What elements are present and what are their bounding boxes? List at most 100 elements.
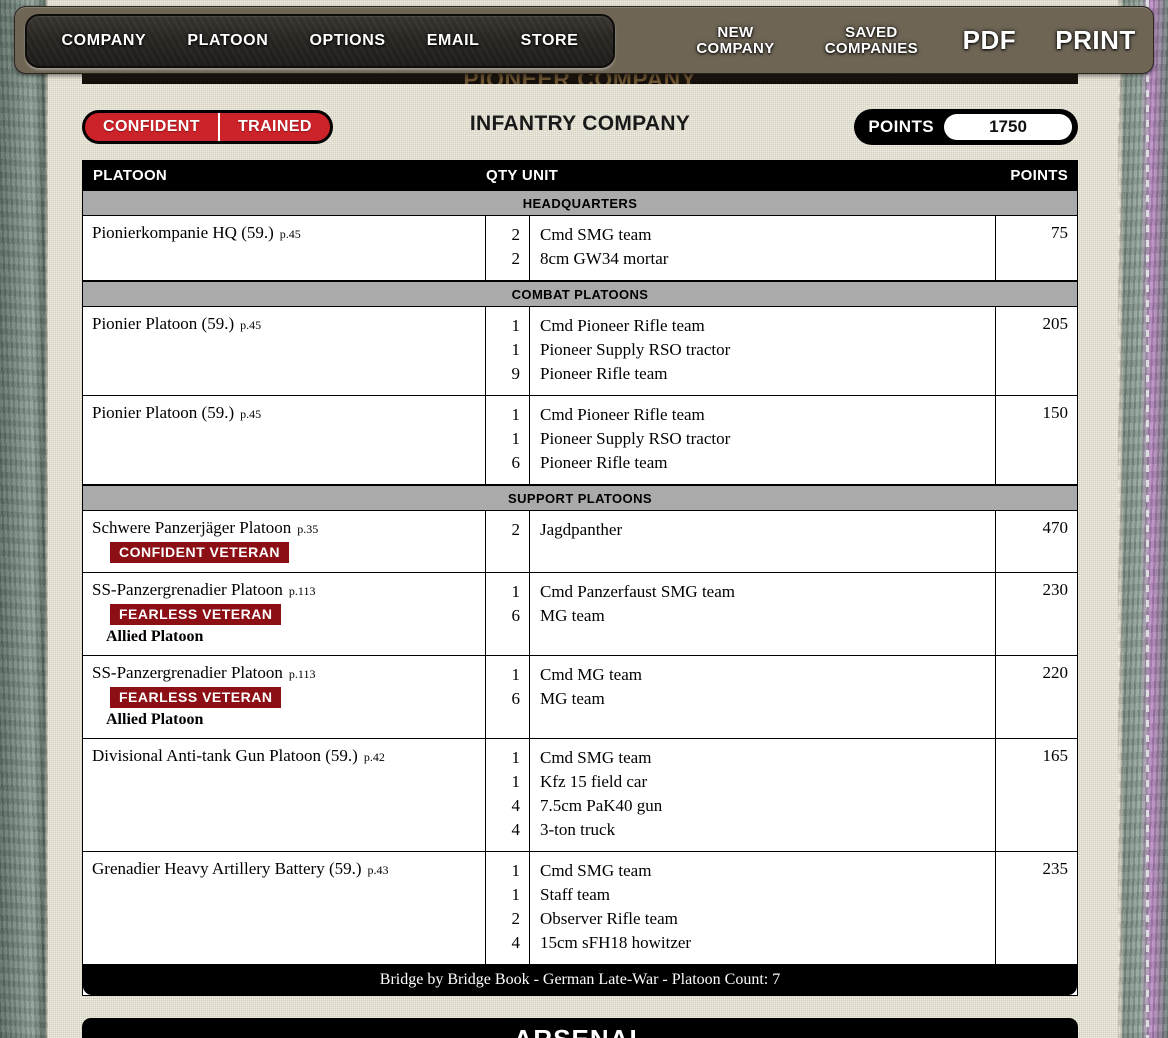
units-cell: 1 1 9 Cmd Pioneer Rifle team Pioneer Supply … [486,307,995,395]
platoon-row[interactable]: Divisional Anti-tank Gun Platoon (59.) p.… [83,739,1077,852]
arsenal-panel[interactable]: ARSENAL [82,1018,1078,1038]
allied-platoon-note: Allied Platoon [106,628,204,645]
platoon-rating-badge[interactable]: FEARLESS VETERAN [110,687,282,708]
platoon-rating-badge[interactable]: FEARLESS VETERAN [110,604,282,625]
units-cell: 1 1 6 Cmd Pioneer Rifle team Pioneer Supply … [486,396,995,484]
page-reference: p.35 [297,522,319,536]
qty-column: 1 1 9 [486,307,530,395]
platoon-name-cell[interactable]: Grenadier Heavy Artillery Battery (59.) p… [83,852,486,964]
unit-name: 7.5cm PaK40 gun [540,796,663,815]
points-box: POINTS 1750 [854,109,1078,145]
platoon-rating-badge[interactable]: CONFIDENT VETERAN [110,542,289,563]
main-menu-panel: COMPANY PLATOON OPTIONS EMAIL STORE [25,14,615,68]
platoon-row[interactable]: Pionierkompanie HQ (59.) p.45 2 2 Cmd SMG te… [83,216,1077,281]
platoon-name-cell[interactable]: Pionier Platoon (59.) p.45 [83,396,486,484]
qty-column: 16 [486,656,530,738]
section-header: SUPPORT PLATOONS [83,485,1077,511]
qty-column: 2 [486,511,530,572]
unit-name: Pioneer Rifle team [540,453,668,472]
unit-qty: 1 [511,885,521,904]
qty-column: 1 1 2 4 [486,852,530,964]
points-value[interactable]: 1750 [944,114,1072,140]
unit-qty: 2 [511,520,521,539]
column-header-qty-unit: QTY UNIT [486,167,559,184]
unit-qty: 1 [511,861,521,880]
units-cell: 1 6 Cmd Panzerfaust SMG team MG team [486,573,995,655]
saved-companies-button[interactable]: SAVED COMPANIES [802,25,941,56]
unit-name: Cmd SMG team [540,748,652,767]
section-header: COMBAT PLATOONS [83,281,1077,307]
unit-name: Jagdpanther [540,520,623,539]
unit-name: Cmd Pioneer Rifle team [540,405,705,424]
unit-name: Observer Rifle team [540,909,678,928]
menu-item-email[interactable]: EMAIL [425,28,482,54]
unit-qty: 6 [511,606,521,625]
unit-qty: 1 [511,429,521,448]
unit-column: Cmd Panzerfaust SMG team MG team [530,573,995,655]
menu-item-company[interactable]: COMPANY [60,28,149,54]
section-header: HEADQUARTERS [83,190,1077,216]
unit-column: Cmd Pioneer Rifle team Pioneer Supply RSO… [530,396,995,484]
menu-item-options[interactable]: OPTIONS [307,28,387,54]
platoon-name: Pionier Platoon (59.) p.45 [92,403,262,422]
platoon-row[interactable]: Schwere Panzerjäger Platoon p.35 CONFIDENT… [83,511,1077,573]
platoon-name-cell[interactable]: SS-Panzergrenadier Platoon p.113 FEARLESS … [83,656,486,738]
platoon-name-cell[interactable]: Schwere Panzerjäger Platoon p.35 CONFIDENT… [83,511,486,572]
unit-qty: 6 [511,689,521,708]
qty-column: 22 [486,216,530,280]
unit-name: Kfz 15 field car [540,772,648,791]
units-cell: 1 1 4 4 Cmd SMG team Kfz 15 field car 7.5cm Pa… [486,739,995,851]
fabric-texture-right [1118,0,1168,1038]
unit-qty: 4 [511,796,521,815]
unit-qty: 1 [511,316,521,335]
platoon-name: Pionierkompanie HQ (59.) p.45 [92,223,301,242]
unit-name: Cmd Pioneer Rifle team [540,316,705,335]
unit-qty: 1 [511,748,521,767]
unit-name: MG team [540,689,605,708]
new-company-button[interactable]: NEW COMPANY [677,25,794,56]
fabric-texture-left [0,0,48,1038]
unit-name: Cmd MG team [540,665,642,684]
print-button[interactable]: PRINT [1036,27,1155,54]
toolbar-actions: NEW COMPANY SAVED COMPANIES PDF PRINT [655,7,1155,75]
unit-qty: 1 [511,772,521,791]
unit-qty: 4 [511,933,521,952]
top-toolbar: COMPANY PLATOON OPTIONS EMAIL STORE NEW … [14,6,1154,74]
platoon-row[interactable]: SS-Panzergrenadier Platoon p.113 FEARLESS … [83,656,1077,739]
column-header-platoon: PLATOON [93,167,168,184]
qty-column: 1 1 6 [486,396,530,484]
unit-column: Jagdpanther [530,511,995,572]
unit-name: Pioneer Rifle team [540,364,668,383]
unit-qty: 1 [511,340,521,359]
company-list-panel: PLATOON QTY UNIT POINTS HEADQUARTERS Pion… [82,160,1078,996]
platoon-name: SS-Panzergrenadier Platoon p.113 [92,580,316,599]
page-reference: p.45 [240,318,262,332]
list-body: HEADQUARTERS Pionierkompanie HQ (59.) p.45… [83,190,1077,965]
platoon-name-cell[interactable]: Pionierkompanie HQ (59.) p.45 [83,216,486,280]
unit-name: Staff team [540,885,611,904]
unit-qty: 6 [511,453,521,472]
platoon-points: 75 [995,216,1077,280]
platoon-points: 470 [995,511,1077,572]
units-cell: 2 Jagdpanther [486,511,995,572]
page-reference: p.45 [279,227,301,241]
platoon-row[interactable]: Pionier Platoon (59.) p.45 1 1 6 Cmd Pioneer … [83,396,1077,485]
menu-item-platoon[interactable]: PLATOON [185,28,270,54]
platoon-points: 230 [995,573,1077,655]
platoon-row[interactable]: SS-Panzergrenadier Platoon p.113 FEARLESS … [83,573,1077,656]
platoon-row[interactable]: Grenadier Heavy Artillery Battery (59.) p… [83,852,1077,965]
platoon-name-cell[interactable]: Pionier Platoon (59.) p.45 [83,307,486,395]
platoon-name-cell[interactable]: SS-Panzergrenadier Platoon p.113 FEARLESS … [83,573,486,655]
unit-column: Cmd SMG team 8cm GW34 mortar [530,216,995,280]
unit-name: 15cm sFH18 howitzer [540,933,692,952]
platoon-name: SS-Panzergrenadier Platoon p.113 [92,663,316,682]
pdf-button[interactable]: PDF [947,27,1032,54]
platoon-row[interactable]: Pionier Platoon (59.) p.45 1 1 9 Cmd Pioneer … [83,307,1077,396]
unit-name: Pioneer Supply RSO tractor [540,340,731,359]
qty-column: 16 [486,573,530,655]
menu-item-store[interactable]: STORE [519,28,581,54]
platoon-name-cell[interactable]: Divisional Anti-tank Gun Platoon (59.) p.… [83,739,486,851]
unit-name: Cmd SMG team [540,225,652,244]
units-cell: 2 2 Cmd SMG team 8cm GW34 mortar [486,216,995,280]
unit-name: Cmd Panzerfaust SMG team [540,582,735,601]
